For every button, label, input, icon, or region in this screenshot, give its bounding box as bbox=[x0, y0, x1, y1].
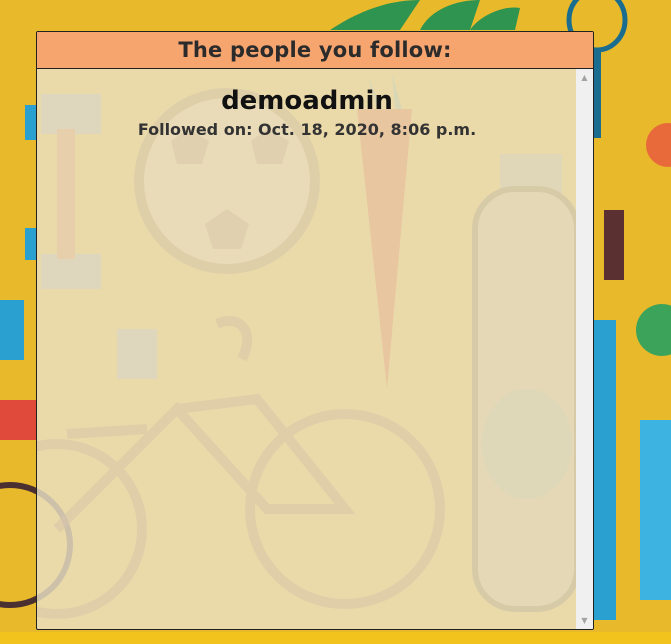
glass-icon bbox=[640, 420, 671, 600]
triangle-up-icon[interactable]: ▲ bbox=[576, 69, 593, 86]
triangle-down-icon[interactable]: ▼ bbox=[576, 612, 593, 629]
list-item: demoadmin Followed on: Oct. 18, 2020, 8:… bbox=[37, 69, 577, 141]
dumbbell-left-icon bbox=[0, 300, 24, 360]
vertical-scrollbar[interactable]: ▲ ▼ bbox=[576, 69, 593, 629]
followed-username[interactable]: demoadmin bbox=[37, 83, 577, 119]
bottle-right-icon bbox=[594, 320, 616, 620]
red-object-icon bbox=[0, 400, 36, 440]
panel-title: The people you follow: bbox=[37, 32, 593, 69]
following-list: demoadmin Followed on: Oct. 18, 2020, 8:… bbox=[37, 69, 577, 629]
racket-handle-icon bbox=[604, 210, 624, 280]
followed-date: Followed on: Oct. 18, 2020, 8:06 p.m. bbox=[137, 120, 477, 139]
bottom-strip bbox=[0, 632, 671, 644]
panel-body: demoadmin Followed on: Oct. 18, 2020, 8:… bbox=[37, 69, 593, 629]
following-panel: The people you follow: demoadmin Followe… bbox=[36, 31, 594, 630]
